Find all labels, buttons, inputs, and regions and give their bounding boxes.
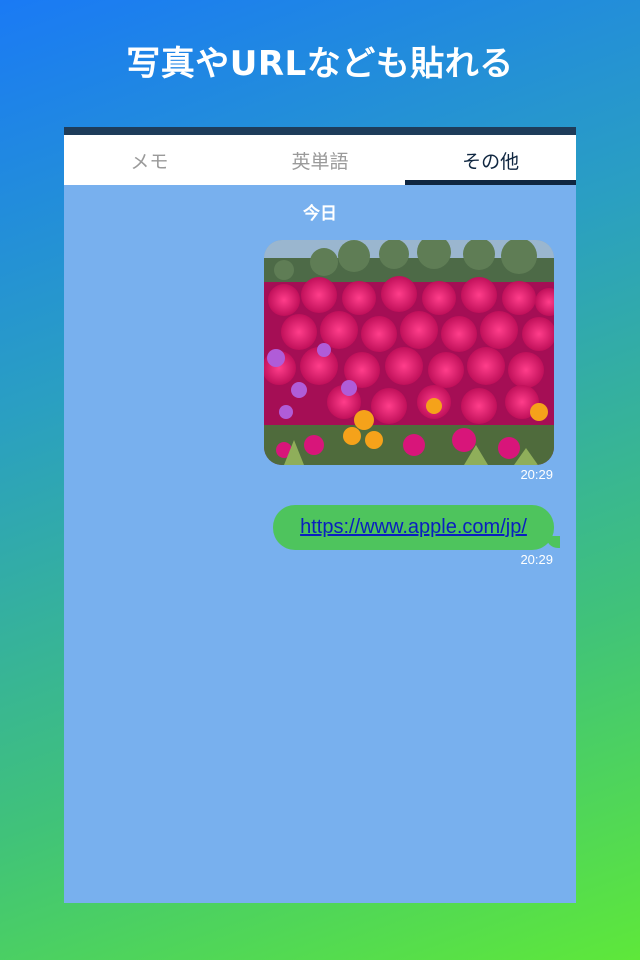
tab-memo[interactable]: メモ (64, 135, 235, 185)
url-link[interactable]: https://www.apple.com/jp/ (300, 516, 527, 539)
promo-headline: 写真やURLなども貼れる (126, 44, 514, 84)
tab-vocabulary[interactable]: 英単語 (235, 135, 406, 185)
phone-screen: メモ 英単語 その他 今日 20:29 https://www.apple.co… (64, 127, 576, 903)
tab-other[interactable]: その他 (405, 135, 576, 185)
flower-photo (264, 240, 554, 465)
tab-bar: メモ 英単語 その他 (64, 135, 576, 185)
bubble-tail (546, 536, 560, 548)
message-time: 20:29 (520, 467, 553, 482)
status-bar (64, 127, 576, 135)
image-message[interactable] (264, 240, 554, 465)
message-time: 20:29 (520, 552, 553, 567)
link-message[interactable]: https://www.apple.com/jp/ (273, 505, 560, 550)
date-separator: 今日 (303, 204, 337, 224)
